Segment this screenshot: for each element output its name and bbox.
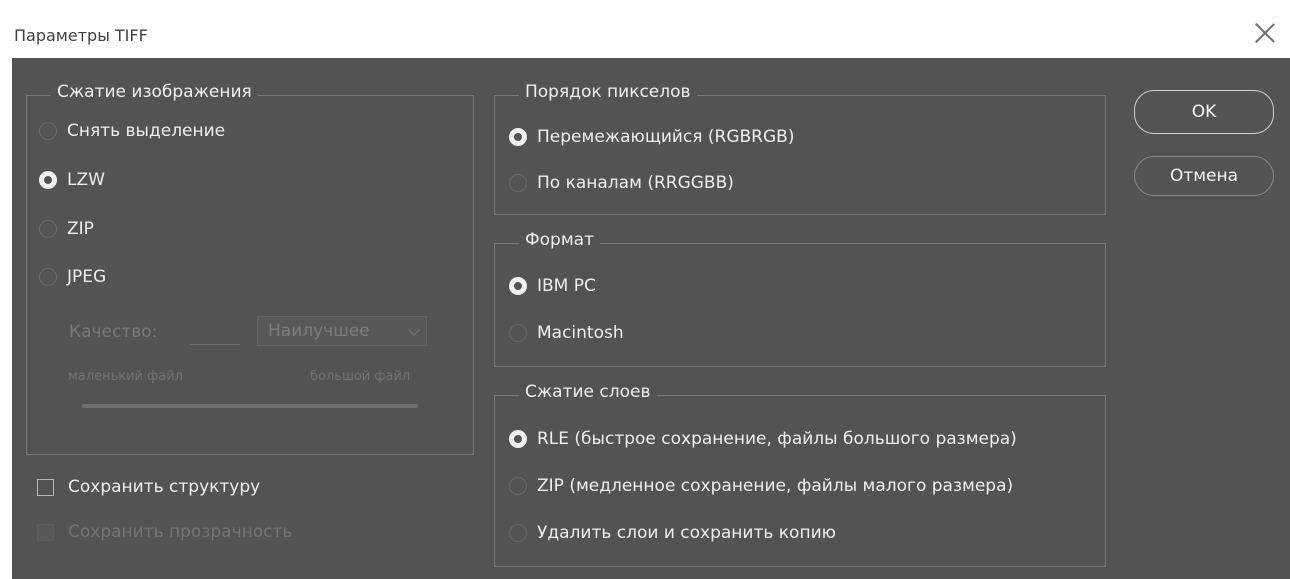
radio-label: JPEG — [67, 267, 107, 287]
radio-label: IBM PC — [537, 276, 596, 296]
radio-unselected-icon — [39, 220, 57, 238]
radio-selected-icon — [509, 430, 527, 448]
byte-order-legend: Формат — [519, 230, 600, 250]
small-file-label: маленький файл — [68, 369, 183, 384]
close-icon[interactable] — [1254, 22, 1276, 44]
radio-unselected-icon — [39, 268, 57, 286]
chevron-down-icon — [408, 324, 420, 336]
radio-label: Перемежающийся (RGBRGB) — [537, 127, 795, 147]
quality-slider[interactable] — [82, 404, 418, 408]
radio-zip[interactable]: ZIP — [39, 219, 94, 239]
radio-interleaved[interactable]: Перемежающийся (RGBRGB) — [509, 127, 794, 147]
checkbox-icon — [37, 478, 54, 496]
radio-label: Снять выделение — [67, 121, 226, 141]
radio-selected-icon — [509, 277, 527, 295]
radio-unselected-icon — [509, 477, 527, 495]
cancel-button[interactable]: Отмена — [1134, 156, 1274, 196]
radio-rle[interactable]: RLE (быстрое сохранение, файлы большого … — [509, 429, 1017, 449]
radio-label: LZW — [67, 170, 105, 190]
checkbox-label: Сохранить прозрачность — [68, 522, 293, 542]
radio-label: ZIP — [67, 219, 94, 239]
checkbox-label: Сохранить структуру — [68, 477, 261, 497]
save-structure-checkbox[interactable]: Сохранить структуру — [37, 477, 260, 497]
radio-macintosh[interactable]: Macintosh — [509, 323, 624, 343]
dialog-body: Сжатие изображения Снять выделение LZW Z… — [12, 58, 1290, 579]
pixel-order-legend: Порядок пикселов — [519, 82, 697, 102]
radio-zip-layers[interactable]: ZIP (медленное сохранение, файлы малого … — [509, 476, 1013, 496]
quality-select[interactable]: Наилучшее — [257, 316, 427, 346]
checkbox-icon — [37, 523, 54, 541]
radio-lzw[interactable]: LZW — [39, 170, 105, 190]
radio-unselected-icon — [39, 122, 57, 140]
radio-label: Macintosh — [537, 323, 624, 343]
image-compression-legend: Сжатие изображения — [51, 82, 258, 102]
radio-label: RLE (быстрое сохранение, файлы большого … — [537, 429, 1017, 449]
radio-selected-icon — [509, 128, 527, 146]
large-file-label: большой файл — [310, 369, 411, 384]
radio-unselected-icon — [509, 174, 527, 192]
radio-label: Удалить слои и сохранить копию — [537, 523, 836, 543]
quality-input[interactable] — [190, 320, 240, 345]
byte-order-group: Формат — [494, 230, 1106, 367]
radio-label: ZIP (медленное сохранение, файлы малого … — [537, 476, 1014, 496]
title-bar: Параметры TIFF — [0, 0, 1290, 58]
ok-button[interactable]: OK — [1134, 90, 1274, 134]
quality-label: Качество: — [69, 322, 158, 342]
window-title: Параметры TIFF — [14, 26, 148, 45]
radio-deselect[interactable]: Снять выделение — [39, 121, 225, 141]
radio-discard-layers[interactable]: Удалить слои и сохранить копию — [509, 523, 836, 543]
radio-selected-icon — [39, 171, 57, 189]
radio-per-channel[interactable]: По каналам (RRGGBB) — [509, 173, 734, 193]
save-transparency-checkbox[interactable]: Сохранить прозрачность — [37, 522, 292, 542]
radio-ibm-pc[interactable]: IBM PC — [509, 276, 596, 296]
radio-jpeg[interactable]: JPEG — [39, 267, 106, 287]
radio-unselected-icon — [509, 524, 527, 542]
pixel-order-group: Порядок пикселов — [494, 82, 1106, 215]
radio-unselected-icon — [509, 324, 527, 342]
quality-select-value: Наилучшее — [268, 321, 370, 341]
layer-compression-legend: Сжатие слоев — [519, 382, 657, 402]
radio-label: По каналам (RRGGBB) — [537, 173, 734, 193]
